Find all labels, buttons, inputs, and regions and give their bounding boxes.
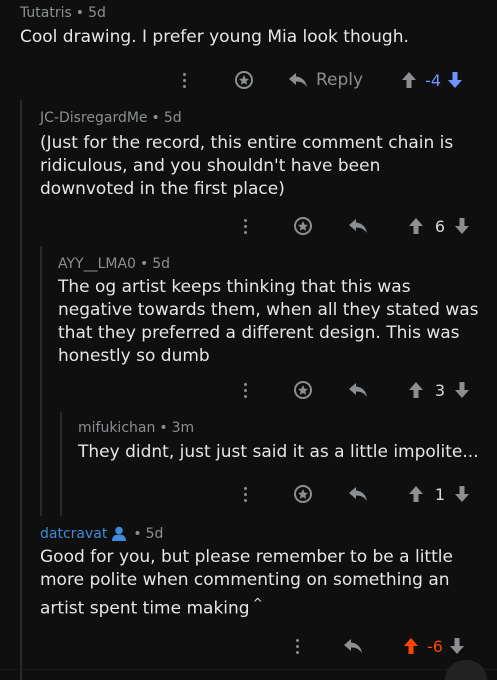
comment-meta: mifukichan • 3m [78,420,195,436]
comment-meta: datcravat • 5d [40,526,164,542]
reply-icon [289,73,307,87]
comment-mifukichan: mifukichan • 3m They didnt, just just said… [0,412,497,516]
comment-datcravat: datcravat • 5d Good for you, but please r… [0,516,497,680]
comment-author[interactable]: JC-DisregardMe [40,110,148,126]
more-icon[interactable] [235,378,255,402]
downvote-icon[interactable] [454,381,470,399]
comment-meta: AYY__LMA0 • 5d [58,256,171,272]
comment-actions: 6 [235,211,470,241]
reply-button[interactable] [348,382,368,398]
bottom-bar-divider [0,669,497,670]
reply-button[interactable] [348,486,368,502]
comment-time: 3m [171,420,195,436]
award-icon[interactable] [293,380,313,400]
caret: ^ [252,596,263,610]
award-icon[interactable] [234,70,254,90]
downvote-icon[interactable] [449,637,465,655]
comment-author[interactable]: datcravat [40,526,107,542]
comment-body: The og artist keeps thinking that this w… [58,277,479,366]
comment-score: -6 [427,636,443,656]
thread-line[interactable] [40,412,42,516]
comment-author[interactable]: Tutatris [20,5,72,21]
comment-tutatris: Tutatris • 5d Cool drawing. I prefer young… [0,0,497,100]
comment-jc-disregardme: JC-DisregardMe • 5d (Just for the record, … [0,100,497,246]
comment-actions: 1 [235,479,470,509]
upvote-icon[interactable] [408,217,424,235]
reply-icon [349,219,367,233]
thread-line[interactable] [60,412,62,516]
comment-actions: 3 [235,375,470,405]
more-icon[interactable] [235,482,255,506]
comment-score: 1 [434,484,446,504]
downvote-icon[interactable] [447,71,463,89]
comment-actions: Reply -4 [174,65,463,95]
more-icon[interactable] [235,214,255,238]
downvote-icon[interactable] [454,217,470,235]
comment-body: Cool drawing. I prefer young Mia look th… [20,27,409,47]
thread-line[interactable] [20,100,22,246]
comment-meta: JC-DisregardMe • 5d [40,110,182,126]
reply-button[interactable]: Reply [288,70,363,90]
upvote-icon[interactable] [408,381,424,399]
reply-button[interactable] [343,638,363,654]
comment-time: 5d [88,5,106,21]
reply-icon [349,487,367,501]
comment-body: They didnt, just just said it as a littl… [78,442,479,462]
thread-line[interactable] [20,246,22,412]
comment-ayy-lma0: AYY__LMA0 • 5d The og artist keeps thinkin… [0,246,497,412]
reply-icon [344,639,362,653]
upvote-icon[interactable] [408,485,424,503]
comment-time: 5d [152,256,171,272]
user-icon [112,526,127,541]
award-icon[interactable] [293,484,313,504]
comment-body: Good for you, but please remember to be … [40,546,480,621]
comment-actions: -6 [287,631,465,661]
comment-author[interactable]: AYY__LMA0 [58,256,136,272]
comment-body: (Just for the record, this entire commen… [40,133,454,199]
thread-line[interactable] [20,516,22,680]
comment-text: Good for you, but please remember to be … [40,547,453,619]
reply-icon [349,383,367,397]
downvote-icon[interactable] [454,485,470,503]
comment-score: 3 [434,380,446,400]
comment-score: -4 [425,70,442,90]
comment-meta: Tutatris • 5d [20,5,106,21]
upvote-icon[interactable] [403,637,419,655]
comment-score: 6 [434,216,446,236]
more-icon[interactable] [174,68,194,92]
comment-time: 5d [145,526,164,542]
upvote-icon[interactable] [401,71,417,89]
thread-line[interactable] [20,412,22,516]
reply-label: Reply [316,70,364,90]
comment-author[interactable]: mifukichan [78,420,155,436]
comment-time: 5d [163,110,182,126]
reply-button[interactable] [348,218,368,234]
thread-line[interactable] [40,246,42,412]
award-icon[interactable] [293,216,313,236]
more-icon[interactable] [287,634,307,658]
